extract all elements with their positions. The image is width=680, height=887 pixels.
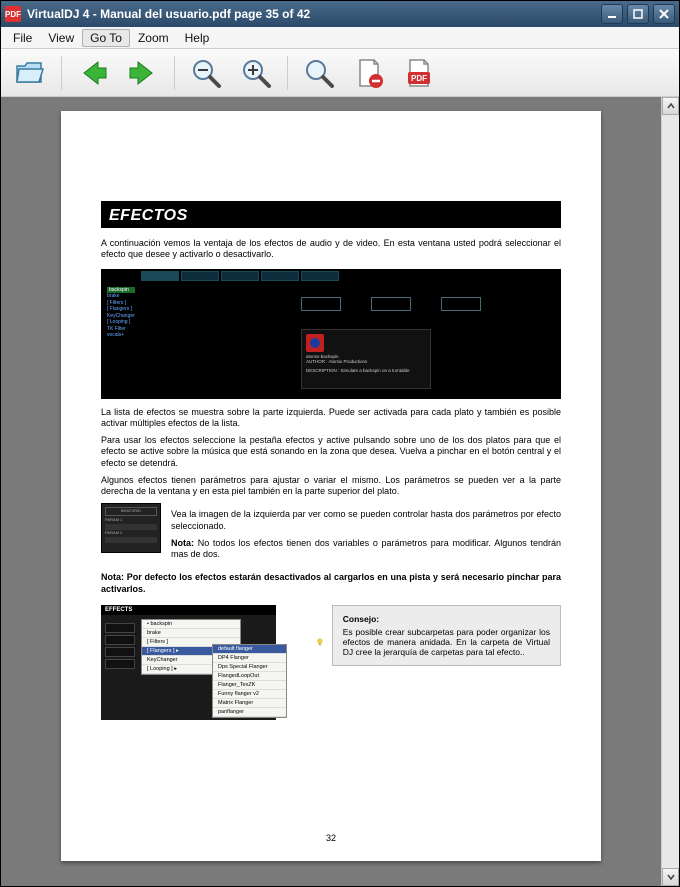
chevron-down-icon	[666, 872, 676, 882]
pdf-page: EFECTOS A continuación vemos la ventaja …	[61, 111, 601, 861]
beatgrid-screenshot: BEATGRID PARAM 1 PARAM 2	[101, 503, 161, 553]
chevron-up-icon	[666, 101, 676, 111]
next-page-button[interactable]	[124, 54, 162, 92]
section-heading: EFECTOS	[101, 201, 561, 228]
zoom-out-icon	[189, 56, 223, 90]
param-slot	[441, 297, 481, 311]
menu-zoom[interactable]: Zoom	[130, 29, 177, 47]
page-scroll-area[interactable]: EFECTOS A continuación vemos la ventaja …	[1, 97, 661, 886]
effects-panel-screenshot: backspin brake [ Filters ] [ Flangers ] …	[101, 269, 561, 399]
vertical-scrollbar[interactable]	[661, 97, 679, 886]
menu-file[interactable]: File	[5, 29, 40, 47]
screenshot-tab	[301, 271, 339, 281]
zoom-in-button[interactable]	[237, 54, 275, 92]
param-slot	[301, 297, 341, 311]
page-number: 32	[61, 833, 601, 843]
paragraph: Para usar los efectos seleccione la pest…	[101, 435, 561, 469]
toolbar: PDF	[1, 49, 679, 97]
magnifier-icon	[302, 56, 336, 90]
page-delete-button[interactable]	[350, 54, 388, 92]
paragraph: A continuación vemos la ventaja de los e…	[101, 238, 561, 261]
screenshot-tab	[221, 271, 259, 281]
effects-list: backspin brake [ Filters ] [ Flangers ] …	[107, 287, 135, 339]
folder-open-icon	[13, 56, 47, 90]
toolbar-separator	[174, 56, 175, 90]
minimize-button[interactable]	[601, 4, 623, 24]
paragraph: Algunos efectos tienen parámetros para a…	[101, 475, 561, 498]
menu-help[interactable]: Help	[177, 29, 218, 47]
export-pdf-button[interactable]: PDF	[400, 54, 438, 92]
app-icon: PDF	[5, 6, 21, 22]
app-window: PDF VirtualDJ 4 - Manual del usuario.pdf…	[0, 0, 680, 887]
menu-goto[interactable]: Go To	[82, 29, 130, 47]
svg-text:PDF: PDF	[411, 74, 427, 83]
param-slot	[371, 297, 411, 311]
open-file-button[interactable]	[11, 54, 49, 92]
menu-bar: File View Go To Zoom Help	[1, 27, 679, 49]
effects-menu-screenshot: EFFECTS • backspin brake [ Filters ] [ F…	[101, 605, 276, 720]
window-title: VirtualDJ 4 - Manual del usuario.pdf pag…	[27, 7, 601, 21]
context-menu: • backspin brake [ Filters ] [ Flangers …	[141, 619, 241, 675]
screenshot-tab	[141, 271, 179, 281]
toolbar-separator	[287, 56, 288, 90]
prev-page-button[interactable]	[74, 54, 112, 92]
paragraph: Vea la imagen de la izquierda par ver co…	[171, 509, 561, 532]
toolbar-separator	[61, 56, 62, 90]
note-paragraph: Nota: Por defecto los efectos estarán de…	[101, 572, 561, 595]
menu-view[interactable]: View	[40, 29, 82, 47]
close-button[interactable]	[653, 4, 675, 24]
arrow-left-icon	[76, 56, 110, 90]
arrow-right-icon	[126, 56, 160, 90]
paragraph: La lista de efectos se muestra sobre la …	[101, 407, 561, 430]
screenshot-tab	[261, 271, 299, 281]
zoom-out-button[interactable]	[187, 54, 225, 92]
effect-detail-box: atomix-backspin AUTHOR : Atomix Producti…	[301, 329, 431, 389]
scroll-up-button[interactable]	[662, 97, 679, 115]
plugin-logo-icon	[306, 334, 324, 352]
document-viewport: EFECTOS A continuación vemos la ventaja …	[1, 97, 679, 886]
paragraph: Nota: No todos los efectos tienen dos va…	[171, 538, 561, 561]
screenshot-tab	[181, 271, 219, 281]
pdf-icon: PDF	[402, 56, 436, 90]
title-bar: PDF VirtualDJ 4 - Manual del usuario.pdf…	[1, 1, 679, 27]
zoom-fit-button[interactable]	[300, 54, 338, 92]
maximize-button[interactable]	[627, 4, 649, 24]
lightbulb-icon	[316, 631, 324, 653]
sub-menu: default flanger DP4 Flanger Dps Special …	[212, 644, 287, 718]
zoom-in-icon	[239, 56, 273, 90]
page-remove-icon	[352, 56, 386, 90]
scroll-down-button[interactable]	[662, 868, 679, 886]
tip-box: Consejo: Es posible crear subcarpetas pa…	[332, 605, 561, 666]
